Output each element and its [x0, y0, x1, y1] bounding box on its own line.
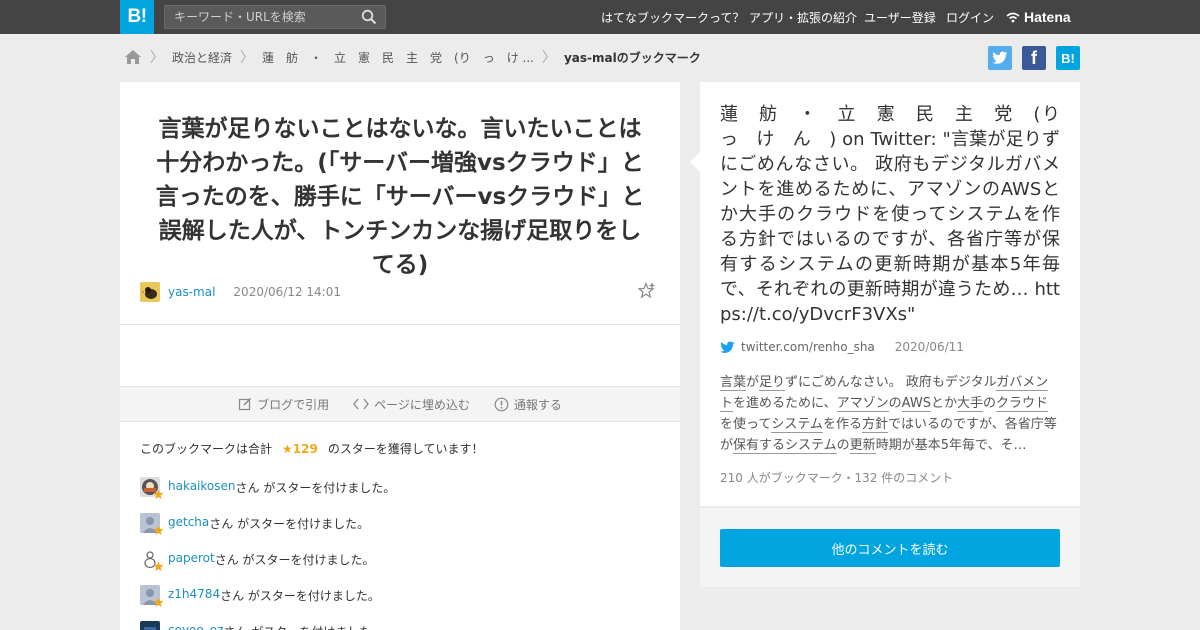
search-box[interactable] [164, 5, 386, 29]
summary-text: を作る [822, 417, 862, 432]
breadcrumb-separator: 〉 [541, 50, 556, 66]
starer-name[interactable]: paperot [168, 551, 215, 565]
hatena-logo[interactable]: Hatena [1006, 0, 1071, 34]
entry-card-footer: 他のコメントを読む [700, 507, 1080, 587]
list-item: getcha さん がスターを付けました。 [140, 512, 660, 548]
card-pointer [690, 152, 700, 172]
entry-date: 2020/06/11 [894, 340, 964, 354]
star-summary: このブックマークは合計 ★129 のスターを獲得しています！ [140, 440, 483, 457]
nav-register[interactable]: ユーザー登録 [864, 9, 936, 26]
summary-keyword: 大手 [956, 396, 983, 412]
breadcrumb: 〉 政治と経済 〉 蓮 舫 ・ 立 憲 民 主 党 (り っ け ... 〉 y… [124, 46, 701, 68]
blog-quote-button[interactable]: ブログで引用 [238, 396, 329, 413]
breadcrumb-entry[interactable]: 蓮 舫 ・ 立 憲 民 主 党 (り っ け ... [262, 49, 534, 66]
embed-label: ページに埋め込む [374, 397, 470, 412]
bookmark-actions: ブログで引用 ページに埋め込む 通報する [120, 386, 680, 422]
breadcrumb-separator: 〉 [150, 50, 164, 66]
summary-keyword: 足り [759, 375, 786, 391]
global-header: B! はてなブックマークって？ アプリ・拡張の紹介 ユーザー登録 ログイン Ha… [0, 0, 1200, 34]
breadcrumb-category[interactable]: 政治と経済 [172, 49, 232, 66]
home-icon[interactable] [124, 49, 142, 65]
summary-text: が [746, 375, 760, 390]
nav-apps[interactable]: アプリ・拡張の紹介 [749, 9, 857, 26]
summary-keyword: 保有する [733, 438, 786, 454]
hatena-bookmark-logo[interactable]: B! [120, 0, 154, 34]
bookmark-date[interactable]: 2020/06/12 14:01 [233, 285, 341, 299]
nav-about[interactable]: はてなブックマークって？ [601, 9, 744, 26]
list-item: paperot さん がスターを付けました。 [140, 548, 660, 584]
blog-quote-label: ブログで引用 [257, 397, 330, 412]
starer-suffix: さん がスターを付けました。 [235, 481, 396, 495]
starer-suffix: さん がスターを付けました。 [220, 589, 380, 603]
entry-summary: 言葉が足りずにごめんなさい。 政府もデジタルガバメントを進めるために、アマゾンの… [720, 372, 1060, 456]
starer-name[interactable]: getcha [168, 515, 209, 529]
summary-keyword: アマゾン [836, 396, 889, 412]
edit-icon [238, 397, 252, 411]
share-twitter-button[interactable] [988, 46, 1012, 70]
summary-text: 時期が基本5年毎で、そ… [875, 438, 1027, 453]
summary-text: の [983, 396, 997, 411]
avatar[interactable] [140, 282, 160, 302]
report-label: 通報する [513, 397, 562, 412]
divider [120, 324, 680, 325]
entry-stats[interactable]: 210 人がブックマーク・132 件のコメント [720, 469, 953, 486]
summary-keyword: 言葉 [720, 375, 747, 391]
twitter-icon [720, 340, 735, 353]
summary-keyword: システム [771, 417, 823, 433]
list-item: z1h4784 さん がスターを付けました。 [140, 584, 660, 620]
star-icon [153, 489, 164, 499]
hatena-wifi-icon [1006, 12, 1020, 23]
avatar[interactable] [140, 621, 160, 630]
embed-button[interactable]: ページに埋め込む [353, 396, 470, 413]
entry-domain[interactable]: twitter.com/renho_sha [741, 340, 875, 354]
star-icon [153, 525, 164, 535]
star-summary-suffix: のスターを獲得しています！ [327, 442, 484, 456]
star-icon [153, 561, 164, 571]
twitter-icon [992, 51, 1008, 64]
summary-keyword: 更新 [849, 438, 876, 454]
bookmark-user-row: yas-mal 2020/06/12 14:01 [140, 282, 660, 302]
bookmark-card: 言葉が足りないことはないな。言いたいことは十分わかった。(「サーバー増強vsクラ… [120, 82, 680, 630]
summary-text: の [888, 396, 902, 411]
code-icon [353, 398, 369, 410]
summary-text: を進めるために、 [733, 396, 837, 411]
summary-keyword: クラウド [996, 396, 1049, 412]
starer-suffix: さん がスターを付けました。 [209, 517, 370, 531]
alert-icon [494, 397, 509, 411]
entry-title[interactable]: 蓮 舫 ・ 立 憲 民 主 党 (り っ け ん ) on Twitter: "… [720, 102, 1078, 327]
summary-text: の [836, 438, 850, 453]
entry-card: 蓮 舫 ・ 立 憲 民 主 党 (り っ け ん ) on Twitter: "… [690, 82, 1080, 506]
bookmark-comment: 言葉が足りないことはないな。言いたいことは十分わかった。(「サーバー増強vsクラ… [155, 116, 645, 278]
hatena-label: Hatena [1024, 9, 1071, 25]
summary-keyword: システム [785, 438, 837, 454]
nav-login[interactable]: ログイン [946, 9, 994, 26]
breadcrumb-separator: 〉 [240, 50, 255, 66]
report-button[interactable]: 通報する [494, 396, 562, 413]
list-item: coyoo_oz さん がスターを付けました。 [140, 620, 660, 630]
share-hatena-button[interactable]: B! [1056, 46, 1080, 70]
read-more-comments-button[interactable]: 他のコメントを読む [720, 529, 1060, 567]
bookmark-username[interactable]: yas-mal [168, 285, 215, 299]
summary-keyword: 方針 [862, 417, 889, 433]
summary-text: を使って [720, 417, 772, 432]
starer-name[interactable]: z1h4784 [168, 587, 220, 601]
star-summary-prefix: このブックマークは合計 [140, 442, 273, 456]
star-count: ★129 [282, 441, 318, 456]
starer-suffix: さん がスターを付けました。 [214, 553, 375, 567]
entry-source-row: twitter.com/renho_sha 2020/06/11 [720, 340, 964, 354]
add-star-icon[interactable] [638, 282, 656, 300]
starer-suffix: さん がスターを付けました。 [223, 623, 383, 630]
breadcrumb-current: yas-malのブックマーク [563, 50, 701, 65]
search-icon[interactable] [361, 9, 377, 25]
summary-keyword: AWS [901, 396, 931, 412]
star-icon [153, 597, 164, 607]
summary-text: とか [930, 396, 957, 411]
search-input[interactable] [165, 6, 355, 28]
share-facebook-button[interactable]: f [1022, 46, 1046, 70]
starer-name[interactable]: hakaikosen [168, 479, 236, 493]
starer-list: hakaikosen さん がスターを付けました。 getcha さん がスター… [140, 476, 660, 630]
summary-text: ずにごめんなさい。 政府もデジタル [785, 375, 997, 390]
starer-name[interactable]: coyoo_oz [168, 623, 223, 630]
list-item: hakaikosen さん がスターを付けました。 [140, 476, 660, 512]
